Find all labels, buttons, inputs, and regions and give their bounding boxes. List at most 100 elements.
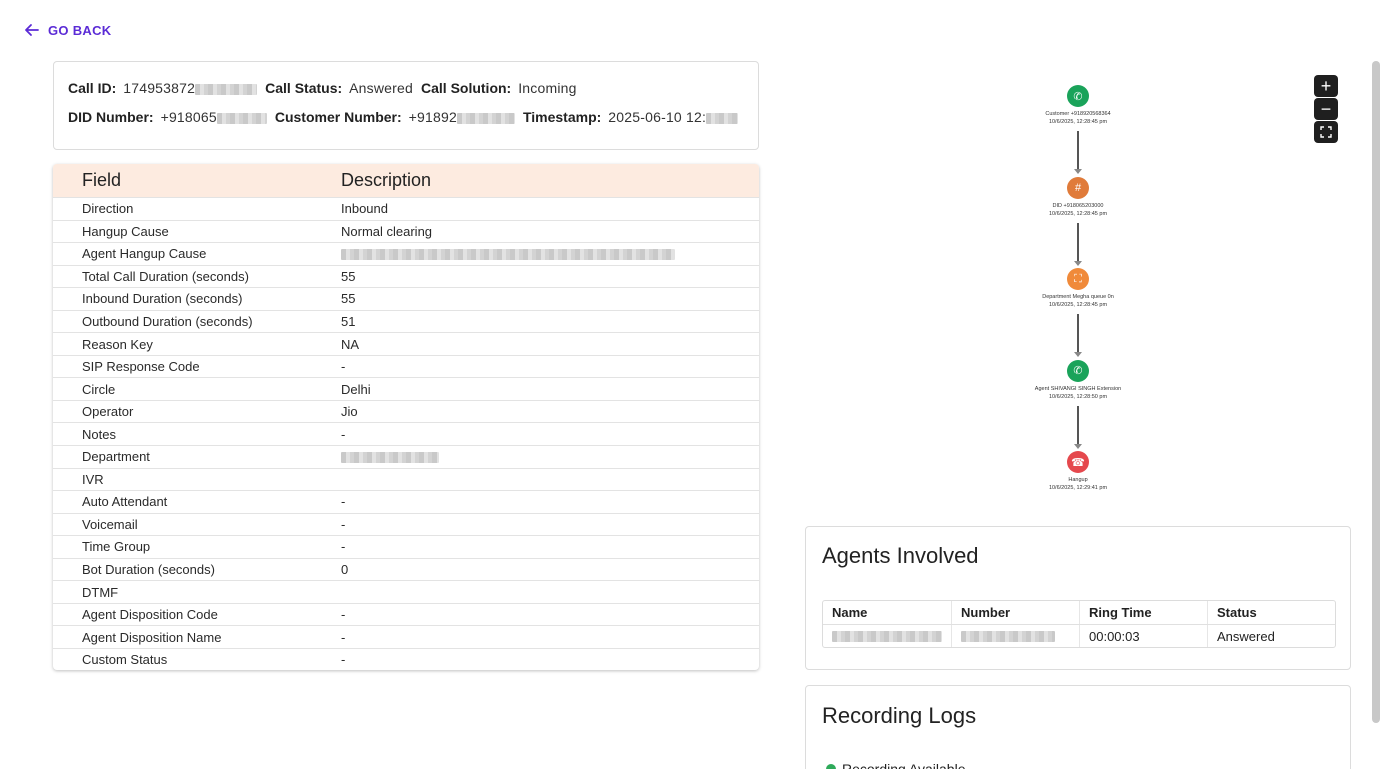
- call-solution-value: Incoming: [518, 80, 577, 96]
- flow-node-title: Department Megha queue 0n: [1042, 294, 1114, 300]
- flow-node[interactable]: ☎ Hangup 10/6/2025, 12:29:41 pm: [1020, 451, 1136, 492]
- table-row: 00:00:03 Answered: [823, 624, 1335, 647]
- table-row: Agent Hangup Cause: [53, 242, 759, 265]
- field-cell: Direction: [82, 201, 134, 217]
- field-cell: Outbound Duration (seconds): [82, 314, 253, 329]
- description-cell: -: [341, 359, 346, 375]
- description-cell: [341, 449, 759, 464]
- zoom-out-button[interactable]: −: [1314, 98, 1338, 120]
- redacted-value: [341, 249, 675, 261]
- description-cell: Normal clearing: [341, 223, 433, 239]
- recording-status: Recording Available: [826, 761, 966, 769]
- flow-node[interactable]: ✆ Agent SHIVANGI SINGH Extension 10/6/2025…: [1020, 359, 1136, 401]
- table-row: Circle Delhi: [53, 377, 759, 400]
- description-cell: -: [341, 539, 346, 555]
- agent-name-redacted: [832, 630, 942, 642]
- flow-node-label: Agent SHIVANGI SINGH Extension 10/6/2025,…: [1020, 385, 1136, 401]
- flow-node-time: 10/6/2025, 12:28:50 pm: [1048, 393, 1108, 400]
- call-info-row-1: Call ID: 174953872 Call Status: Answered…: [68, 78, 744, 98]
- table-row: Agent Disposition Code -: [53, 602, 759, 626]
- field-cell: Agent Hangup Cause: [82, 246, 207, 262]
- table-row: Custom Status -: [53, 647, 759, 671]
- zoom-in-button[interactable]: +: [1314, 75, 1338, 97]
- flow-node-time: 10/6/2025, 12:28:45 pm: [1048, 302, 1108, 308]
- call-id-label: Call ID:: [68, 80, 117, 96]
- call-status-value: Answered: [349, 80, 413, 96]
- table-row: Notes -: [53, 422, 759, 445]
- description-column-header: Description: [341, 170, 432, 190]
- timestamp-label: Timestamp:: [522, 109, 602, 125]
- field-cell: Agent Disposition Name: [82, 629, 222, 645]
- table-row: SIP Response Code -: [53, 354, 759, 378]
- page-scrollbar[interactable]: [1372, 61, 1380, 723]
- agents-table: Name Number Ring Time Status 00:00:03 An…: [822, 600, 1336, 648]
- field-cell: IVR: [82, 471, 104, 487]
- fullscreen-icon: [1320, 126, 1332, 138]
- field-cell: Department: [82, 449, 150, 465]
- field-cell: Voicemail: [82, 516, 138, 532]
- description-cell: Delhi: [341, 381, 371, 397]
- agent-number-redacted: [961, 630, 1055, 642]
- description-cell: -: [341, 426, 346, 442]
- description-cell: -: [341, 652, 346, 668]
- flow-node-label: Hangup 10/6/2025, 12:29:41 pm: [1020, 476, 1136, 492]
- flow-node-time: 10/6/2025, 12:28:45 pm: [1048, 119, 1108, 125]
- description-cell: NA: [341, 336, 360, 352]
- did-number-value: +918065: [161, 109, 267, 125]
- field-cell: Operator: [82, 404, 134, 420]
- table-row: Inbound Duration (seconds) 55: [53, 287, 759, 310]
- field-cell: Hangup Cause: [82, 223, 169, 239]
- field-cell: Agent Disposition Code: [82, 607, 218, 623]
- field-cell: Custom Status: [82, 652, 168, 668]
- description-cell: 55: [341, 268, 356, 284]
- description-cell: -: [341, 516, 346, 532]
- flow-node[interactable]: # DID +918065203000 10/6/2025, 12:28:45 pm: [1020, 176, 1136, 218]
- ring-time-cell: 00:00:03: [1079, 625, 1207, 647]
- table-row: Reason Key NA: [53, 332, 759, 355]
- flow-node-title: Agent SHIVANGI SINGH Extension: [1034, 385, 1122, 392]
- description-cell: [341, 246, 759, 261]
- plus-icon: +: [1320, 75, 1332, 96]
- customer-number-label: Customer Number:: [274, 109, 402, 125]
- did-number-label: DID Number:: [68, 109, 154, 125]
- go-back-button[interactable]: GO BACK: [24, 22, 112, 38]
- phone-incoming-icon: ✆: [1067, 85, 1089, 107]
- field-column-header: Field: [82, 170, 122, 190]
- flow-node-title: DID +918065203000: [1052, 202, 1104, 209]
- recording-logs-card: Recording Logs Recording Available: [805, 685, 1351, 769]
- flow-connector: [1074, 131, 1082, 174]
- field-cell: Time Group: [82, 539, 151, 555]
- call-flow-diagram[interactable]: ✆ Customer +918920568364 10/6/2025, 12:28:…: [1020, 80, 1136, 500]
- call-info-card: Call ID: 174953872 Call Status: Answered…: [53, 61, 759, 150]
- flow-node[interactable]: ✆ Customer +918920568364 10/6/2025, 12:28:…: [1020, 85, 1136, 126]
- field-cell: Notes: [82, 426, 116, 442]
- table-row: Agent Disposition Name -: [53, 625, 759, 648]
- table-row: Direction Inbound: [53, 197, 759, 220]
- field-cell: Circle: [82, 381, 116, 397]
- field-cell: Total Call Duration (seconds): [82, 268, 249, 284]
- table-row: Time Group -: [53, 535, 759, 558]
- call-info-row-2: DID Number: +918065 Customer Number: +91…: [68, 107, 744, 127]
- table-header: Field Description: [53, 164, 759, 197]
- table-row: Operator Jio: [53, 399, 759, 423]
- go-back-label: GO BACK: [48, 22, 112, 38]
- customer-number-value: +91892: [409, 109, 515, 125]
- flow-node-title: Hangup: [1068, 477, 1088, 483]
- field-cell: Reason Key: [82, 336, 153, 352]
- flow-node[interactable]: ⛶ Department Megha queue 0n 10/6/2025, 12:…: [1020, 268, 1136, 309]
- field-cell: Bot Duration (seconds): [82, 562, 215, 578]
- agents-table-header: Name Number Ring Time Status: [823, 601, 1335, 624]
- department-icon: ⛶: [1067, 268, 1089, 290]
- table-row: Bot Duration (seconds) 0: [53, 557, 759, 581]
- table-body: Direction Inbound Hangup Cause Normal clear…: [53, 197, 759, 670]
- fit-view-button[interactable]: [1314, 121, 1338, 143]
- description-cell: 51: [341, 314, 356, 329]
- description-cell: 0: [341, 562, 349, 578]
- description-cell: -: [341, 629, 346, 645]
- flow-node-label: DID +918065203000 10/6/2025, 12:28:45 pm: [1020, 202, 1136, 218]
- flow-node-label: Department Megha queue 0n 10/6/2025, 12:2…: [1020, 293, 1136, 309]
- field-cell: Inbound Duration (seconds): [82, 291, 243, 307]
- hash-icon: #: [1067, 176, 1089, 199]
- table-row: DTMF: [53, 580, 759, 603]
- arrow-left-icon: [25, 24, 39, 36]
